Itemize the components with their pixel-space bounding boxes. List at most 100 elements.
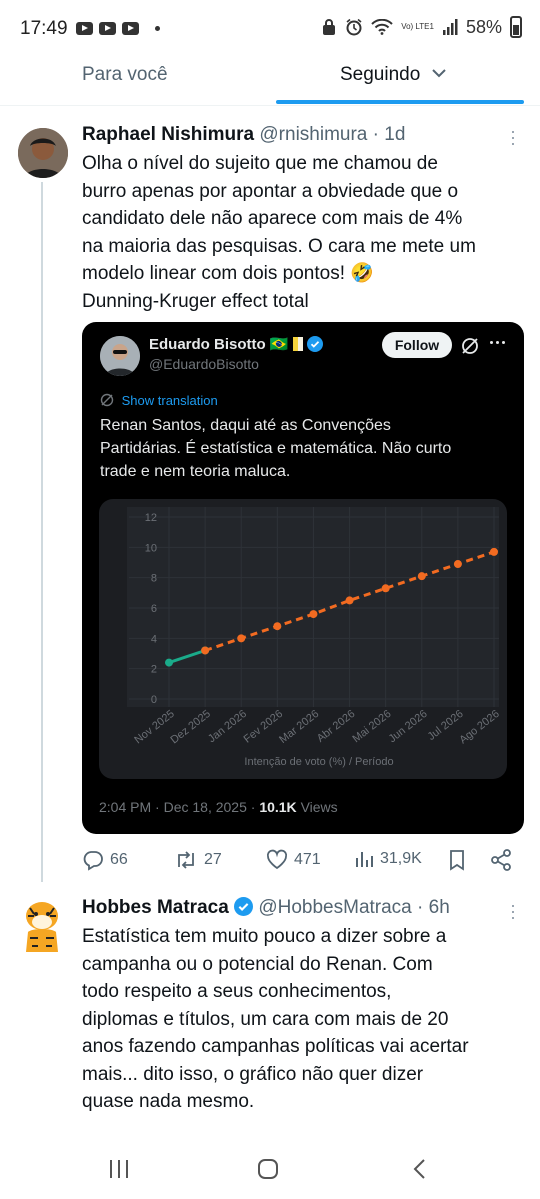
status-bar: 17:49 Vo) LTE1 58%	[0, 0, 540, 56]
quoted-author-name-text: Eduardo Bisotto	[149, 336, 266, 353]
more-options-icon[interactable]: · · ·	[510, 896, 516, 926]
reply-count: 66	[110, 851, 128, 868]
x-tick-label: Mar 2026	[277, 708, 321, 746]
x-tick-label: Jan 2026	[206, 708, 249, 745]
brazil-flag-icon: 🇧🇷	[269, 336, 289, 353]
tweet-text-line: Olha o nível do sujeito que me chamou de	[82, 153, 438, 174]
avatar	[100, 336, 140, 376]
data-point	[237, 634, 246, 643]
quoted-post-text: Renan Santos, daqui até as Convenções Pa…	[100, 414, 510, 483]
tweet-text-line: Dunning-Kruger effect total	[82, 290, 309, 312]
system-navigation-bar	[0, 1137, 540, 1199]
translate-icon	[100, 393, 114, 407]
youtube-icon	[122, 22, 139, 35]
flag-icon	[292, 337, 303, 351]
data-point	[309, 610, 318, 619]
recent-apps-icon[interactable]	[108, 1159, 130, 1179]
battery-icon	[510, 16, 522, 38]
data-point	[381, 584, 390, 593]
status-time: 17:49	[20, 18, 68, 39]
x-tick-label: Ago 2026	[457, 708, 502, 746]
data-point	[417, 572, 426, 581]
avatar-photo	[100, 336, 140, 376]
avatar[interactable]	[16, 896, 68, 956]
heart-icon	[266, 849, 288, 870]
tweet-text-line: todo respeito a seus conhecimentos,	[82, 981, 392, 1002]
tweet-text-line: candidato dele não aparece com mais de 4…	[82, 208, 463, 229]
author-name[interactable]: Hobbes Matraca	[82, 897, 229, 918]
tweet-time[interactable]: · 1d	[373, 124, 406, 145]
author-handle[interactable]: @rnishimura	[259, 124, 367, 145]
x-tick-label: Mai 2026	[350, 708, 393, 745]
data-point	[165, 658, 173, 667]
dot-icon	[155, 26, 160, 31]
reply-button[interactable]: 66	[82, 849, 128, 871]
y-tick-label: 10	[145, 542, 157, 554]
tweet-text-line: quase nada mesmo.	[82, 1091, 255, 1112]
y-tick-label: 2	[151, 664, 157, 676]
tweet-text: Estatística tem muito pouco a dizer sobr…	[82, 923, 522, 1116]
bookmark-icon	[450, 850, 464, 871]
data-point	[490, 547, 498, 556]
youtube-icon	[99, 22, 116, 35]
verified-badge-icon	[234, 897, 254, 916]
tweet-text-line: diplomas e títulos, um cara com mais de …	[82, 1008, 449, 1030]
tweet-header: Hobbes Matraca @HobbesMatraca · 6h	[82, 897, 450, 919]
home-icon[interactable]	[257, 1158, 279, 1180]
quoted-text-line: Partidárias. É estatística e matemática.…	[100, 440, 452, 457]
like-button[interactable]: 471	[266, 849, 321, 871]
embedded-post-image[interactable]: Eduardo Bisotto 🇧🇷 @EduardoBisotto Follo…	[82, 322, 524, 834]
data-point	[345, 596, 354, 605]
more-options-icon	[490, 341, 505, 344]
x-axis-label: Intenção de voto (%) / Período	[244, 756, 393, 768]
active-tab-indicator	[276, 100, 524, 104]
author-handle[interactable]: @HobbesMatraca	[258, 897, 411, 918]
follow-button: Follow	[382, 332, 452, 358]
timeline-tabs: Para você Seguindo	[0, 56, 540, 106]
line-chart: 024681012 Nov 2025Dez 2025Jan 2026Fev 20…	[127, 507, 502, 768]
quoted-views-count: 10.1K	[259, 799, 297, 815]
x-tick-label: Abr 2026	[315, 708, 358, 745]
volte-label: Vo) LTE1	[401, 22, 434, 31]
tab-following[interactable]: Seguindo	[340, 64, 446, 86]
repost-button[interactable]: 27	[174, 849, 222, 871]
avatar-photo	[18, 128, 68, 178]
data-point	[273, 622, 282, 631]
tweet-text-line: burro apenas por apontar a obviedade que…	[82, 180, 459, 202]
alarm-icon	[346, 18, 362, 36]
tweet-text-line: mais... dito isso, o gráfico não quer di…	[82, 1063, 424, 1085]
verified-badge-icon	[306, 336, 323, 352]
show-translation-link: Show translation	[100, 393, 218, 408]
like-count: 471	[294, 851, 321, 868]
notification-icons	[76, 22, 160, 35]
quoted-author-name: Eduardo Bisotto 🇧🇷	[149, 335, 323, 353]
quoted-text-line: trade e nem teoria maluca.	[100, 463, 291, 480]
more-options-icon[interactable]: · · ·	[510, 122, 516, 152]
views-count: 31,9K	[380, 850, 422, 867]
avatar[interactable]	[18, 128, 68, 178]
tab-following-label: Seguindo	[340, 64, 421, 85]
x-tick-label: Dez 2025	[168, 708, 212, 746]
show-translation-label: Show translation	[121, 393, 218, 408]
chart-container: 0 2 4 6 8 10 12 Nov 2025 Dez 2025 Jan 2026 Fev 20…	[99, 499, 507, 779]
tweet-text-line: modelo linear com dois pontos! 🤣	[82, 263, 374, 284]
tweet-text-line: anos fazendo campanhas políticas vai ace…	[82, 1036, 469, 1057]
quoted-text-line: Renan Santos, daqui até as Convenções	[100, 417, 391, 434]
bookmark-button[interactable]	[448, 849, 466, 871]
tweet-time[interactable]: · 6h	[417, 897, 450, 918]
views-icon	[356, 852, 373, 867]
back-icon[interactable]	[412, 1158, 426, 1180]
tweet-header: Raphael Nishimura @rnishimura · 1d	[82, 124, 405, 146]
tab-for-you[interactable]: Para você	[82, 64, 168, 86]
y-tick-label: 4	[151, 633, 157, 645]
x-tick-label: Jun 2026	[387, 708, 430, 745]
thread-connector-line	[41, 182, 43, 882]
views-button[interactable]: 31,9K	[354, 849, 422, 869]
youtube-icon	[76, 22, 93, 35]
quoted-author-handle: @EduardoBisotto	[149, 356, 259, 372]
share-button[interactable]	[490, 849, 512, 871]
y-tick-label: 0	[151, 694, 157, 706]
author-name[interactable]: Raphael Nishimura	[82, 124, 254, 145]
reply-icon	[83, 851, 103, 871]
y-tick-label: 6	[151, 603, 157, 615]
